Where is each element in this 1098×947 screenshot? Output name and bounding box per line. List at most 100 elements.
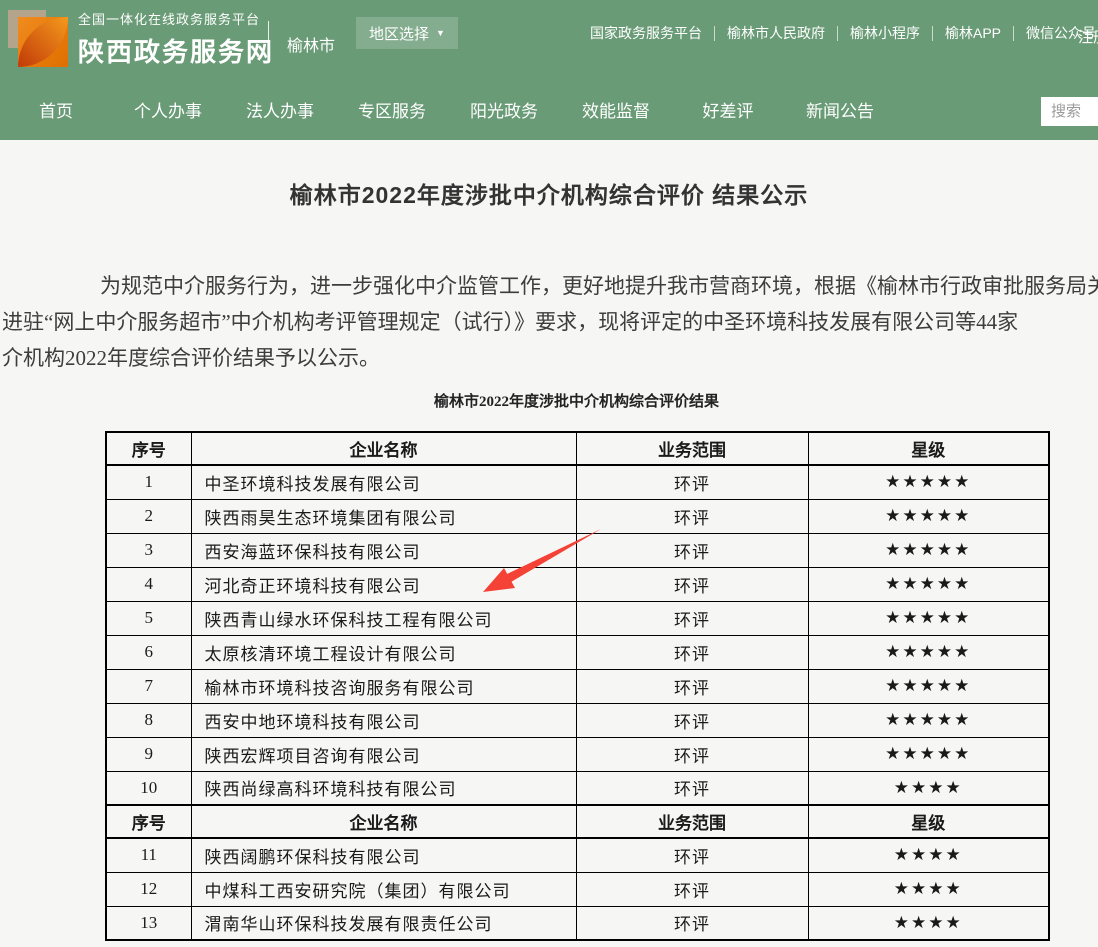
site-name: 陕西政务服务网 [78,32,274,69]
star-rating: ★★★★★ [808,465,1049,499]
row-number: 9 [106,737,191,771]
business-scope: 环评 [576,906,808,940]
star-rating: ★★★★ [808,838,1049,872]
current-city-label[interactable]: 榆林市 [287,32,335,56]
business-scope: 环评 [576,771,808,805]
table-row: 8西安中地环境科技有限公司环评★★★★★ [106,703,1049,737]
row-number: 12 [106,872,191,906]
table-header-row: 序号企业名称业务范围星级 [106,432,1049,465]
table-row: 2陕西雨昊生态环境集团有限公司环评★★★★★ [106,499,1049,533]
results-table-body: 序号企业名称业务范围星级1中圣环境科技发展有限公司环评★★★★★2陕西雨昊生态环… [106,432,1049,940]
row-number: 10 [106,771,191,805]
column-header: 序号 [106,432,191,465]
column-header: 业务范围 [576,805,808,838]
business-scope: 环评 [576,872,808,906]
business-scope: 环评 [576,533,808,567]
star-rating: ★★★★★ [808,601,1049,635]
brand-text-block: 全国一体化在线政务服务平台 陕西政务服务网 [78,9,274,69]
table-row: 11陕西阔鹏环保科技有限公司环评★★★★ [106,838,1049,872]
nav-item[interactable]: 效能监督 [560,84,672,140]
page-title: 榆林市2022年度涉批中介机构综合评价 结果公示 [0,176,1098,210]
star-rating: ★★★★ [808,872,1049,906]
top-link[interactable]: 榆林APP [933,26,1014,41]
company-name: 太原核清环境工程设计有限公司 [191,635,576,669]
company-name: 陕西雨昊生态环境集团有限公司 [191,499,576,533]
table-row: 10陕西尚绿高科环境科技有限公司环评★★★★ [106,771,1049,805]
region-selector-button[interactable]: 地区选择 ▼ [356,17,458,49]
star-rating: ★★★★ [808,906,1049,940]
business-scope: 环评 [576,601,808,635]
nav-item[interactable]: 专区服务 [336,84,448,140]
column-header: 星级 [808,432,1049,465]
business-scope: 环评 [576,465,808,499]
top-link[interactable]: 榆林小程序 [838,26,933,41]
row-number: 2 [106,499,191,533]
column-header: 企业名称 [191,805,576,838]
nav-item[interactable]: 首页 [0,84,112,140]
business-scope: 环评 [576,703,808,737]
star-rating: ★★★★★ [808,737,1049,771]
paragraph-line: 为规范中介服务行为，进一步强化中介监管工作，更好地提升我市营商环境，根据《榆林市… [100,270,1098,300]
business-scope: 环评 [576,567,808,601]
table-row: 1中圣环境科技发展有限公司环评★★★★★ [106,465,1049,499]
star-rating: ★★★★★ [808,703,1049,737]
company-name: 榆林市环境科技咨询服务有限公司 [191,669,576,703]
evaluation-results-table: 序号企业名称业务范围星级1中圣环境科技发展有限公司环评★★★★★2陕西雨昊生态环… [105,431,1050,941]
company-name: 西安中地环境科技有限公司 [191,703,576,737]
company-name: 陕西阔鹏环保科技有限公司 [191,838,576,872]
row-number: 7 [106,669,191,703]
table-row: 3西安海蓝环保科技有限公司环评★★★★★ [106,533,1049,567]
row-number: 3 [106,533,191,567]
company-name: 中圣环境科技发展有限公司 [191,465,576,499]
row-number: 1 [106,465,191,499]
business-scope: 环评 [576,737,808,771]
nav-item[interactable]: 新闻公告 [784,84,896,140]
company-name: 渭南华山环保科技发展有限责任公司 [191,906,576,940]
table-row: 13渭南华山环保科技发展有限责任公司环评★★★★ [106,906,1049,940]
row-number: 13 [106,906,191,940]
table-row: 4河北奇正环境科技有限公司环评★★★★★ [106,567,1049,601]
nav-item[interactable]: 好差评 [672,84,784,140]
nav-items: 首页个人办事法人办事专区服务阳光政务效能监督好差评新闻公告 [0,84,896,140]
table-row: 12中煤科工西安研究院（集团）有限公司环评★★★★ [106,872,1049,906]
column-header: 企业名称 [191,432,576,465]
top-link[interactable]: 榆林市人民政府 [715,26,838,41]
announcement-document: 榆林市2022年度涉批中介机构综合评价 结果公示 为规范中介服务行为，进一步强化… [0,140,1098,947]
company-name: 中煤科工西安研究院（集团）有限公司 [191,872,576,906]
search-input[interactable] [1041,97,1098,126]
top-header-bar: 全国一体化在线政务服务平台 陕西政务服务网 榆林市 地区选择 ▼ 国家政务服务平… [0,0,1098,84]
paragraph-line: 进驻“网上中介服务超市”中介机构考评管理规定（试行）》要求，现将评定的中圣环境科… [2,306,1018,336]
table-row: 6太原核清环境工程设计有限公司环评★★★★★ [106,635,1049,669]
business-scope: 环评 [576,635,808,669]
table-row: 9陕西宏辉项目咨询有限公司环评★★★★★ [106,737,1049,771]
business-scope: 环评 [576,669,808,703]
table-row: 5陕西青山绿水环保科技工程有限公司环评★★★★★ [106,601,1049,635]
company-name: 西安海蓝环保科技有限公司 [191,533,576,567]
site-logo[interactable] [8,6,74,74]
company-name: 陕西宏辉项目咨询有限公司 [191,737,576,771]
nav-item[interactable]: 阳光政务 [448,84,560,140]
company-name: 陕西尚绿高科环境科技有限公司 [191,771,576,805]
chevron-down-icon: ▼ [436,28,445,38]
top-links: 国家政务服务平台榆林市人民政府榆林小程序榆林APP微信公众号 [578,26,1098,41]
row-number: 4 [106,567,191,601]
register-link[interactable]: 注册 [1078,26,1098,47]
row-number: 6 [106,635,191,669]
star-rating: ★★★★ [808,771,1049,805]
column-header: 星级 [808,805,1049,838]
nav-item[interactable]: 个人办事 [112,84,224,140]
company-name: 陕西青山绿水环保科技工程有限公司 [191,601,576,635]
table-header-row: 序号企业名称业务范围星级 [106,805,1049,838]
nav-item[interactable]: 法人办事 [224,84,336,140]
main-navbar: 首页个人办事法人办事专区服务阳光政务效能监督好差评新闻公告 [0,84,1098,140]
star-rating: ★★★★★ [808,567,1049,601]
business-scope: 环评 [576,499,808,533]
region-selector-label: 地区选择 [369,23,429,44]
row-number: 5 [106,601,191,635]
row-number: 11 [106,838,191,872]
column-header: 业务范围 [576,432,808,465]
star-rating: ★★★★★ [808,635,1049,669]
platform-name: 全国一体化在线政务服务平台 [78,9,274,28]
paragraph-line: 介机构2022年度综合评价结果予以公示。 [2,342,380,372]
top-link[interactable]: 国家政务服务平台 [578,26,715,41]
